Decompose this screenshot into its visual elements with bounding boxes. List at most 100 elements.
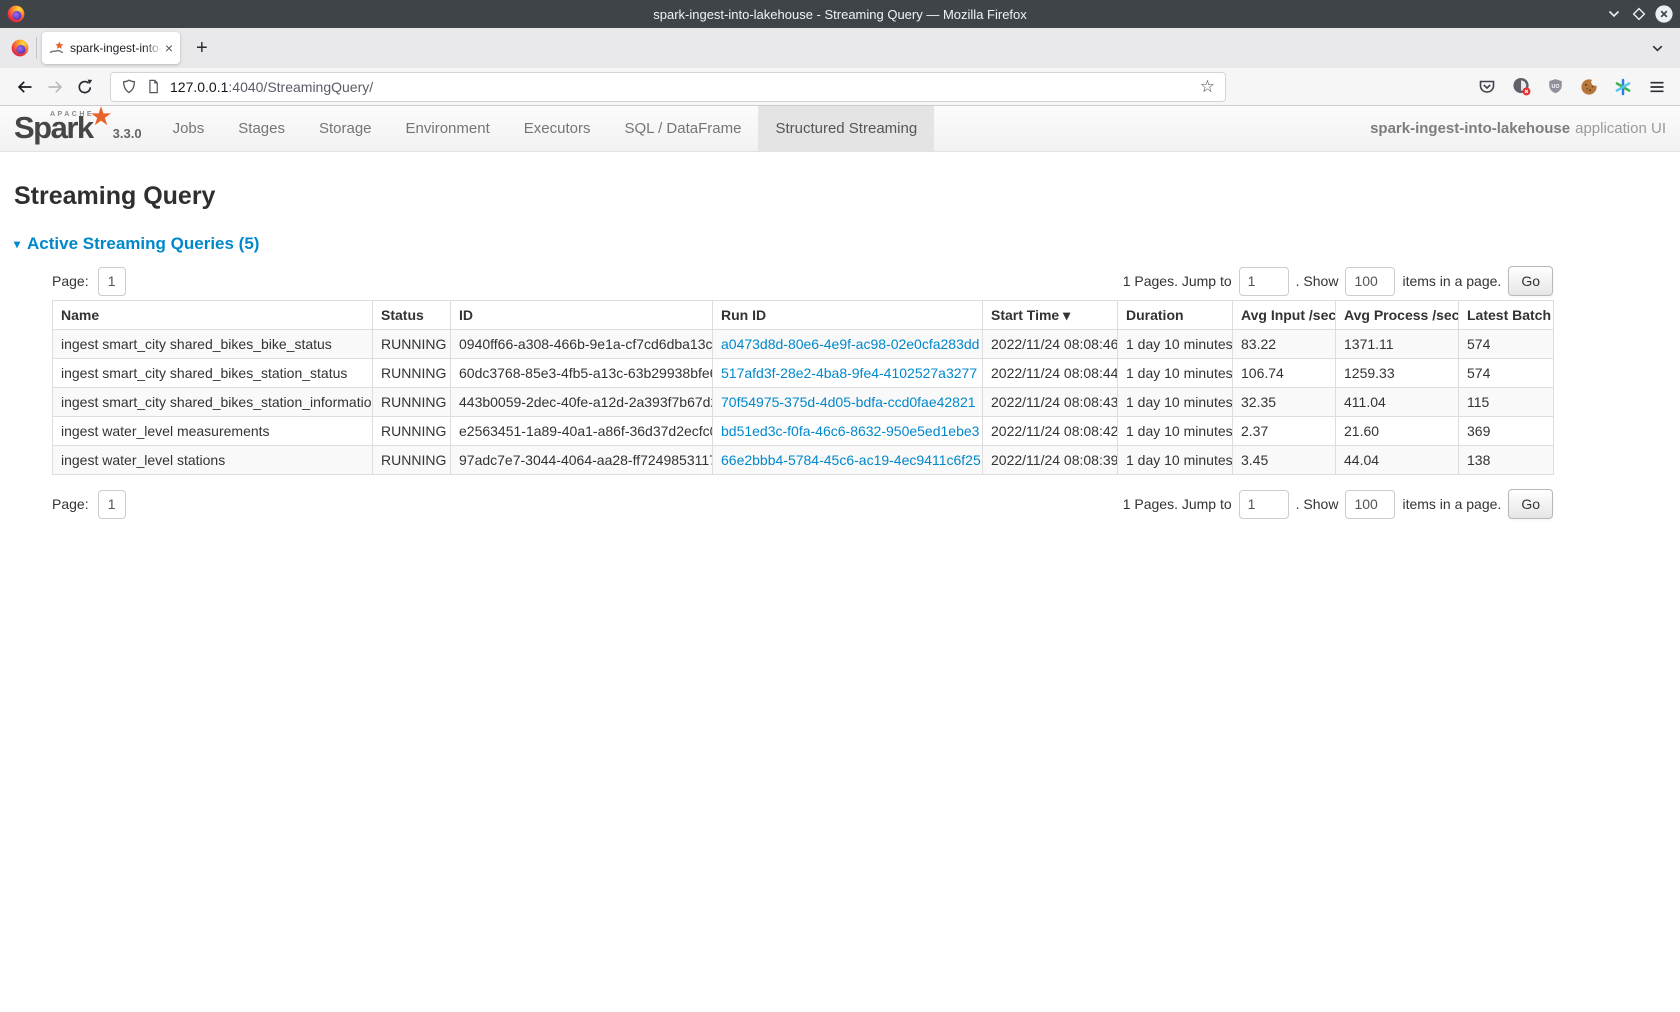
list-all-tabs-button[interactable] xyxy=(1649,40,1666,57)
col-header-name[interactable]: Name xyxy=(53,301,373,330)
streaming-queries-table: Name Status ID Run ID Start Time ▾ Durat… xyxy=(52,300,1554,475)
forward-button[interactable] xyxy=(40,73,70,101)
cell-id: 443b0059-2dec-40fe-a12d-2a393f7b67d2 xyxy=(451,388,713,417)
col-header-avg-process[interactable]: Avg Process /sec xyxy=(1336,301,1459,330)
browser-tab-bar: spark-ingest-into-lakehous × + xyxy=(0,28,1680,68)
cell-latest-batch: 574 xyxy=(1459,359,1554,388)
spark-header: APACHE Spark ★ 3.3.0 Jobs Stages Storage… xyxy=(0,106,1680,152)
pocket-icon[interactable] xyxy=(1478,78,1496,96)
nav-tab-environment[interactable]: Environment xyxy=(389,106,507,151)
url-bar[interactable]: 127.0.0.1:4040/StreamingQuery/ ☆ xyxy=(110,72,1226,102)
window-maximize-button[interactable] xyxy=(1630,5,1648,23)
cell-name: ingest smart_city shared_bikes_station_i… xyxy=(53,388,373,417)
col-header-latest-batch[interactable]: Latest Batch xyxy=(1459,301,1554,330)
firefox-view-button[interactable] xyxy=(11,39,29,57)
nav-tab-jobs[interactable]: Jobs xyxy=(156,106,222,151)
bookmark-star-icon[interactable]: ☆ xyxy=(1200,78,1215,95)
page-label: Page: xyxy=(52,273,89,289)
col-header-start-time[interactable]: Start Time ▾ xyxy=(983,301,1118,330)
application-suffix: application UI xyxy=(1575,120,1666,137)
page-info-icon[interactable] xyxy=(146,79,161,94)
page-number-input[interactable] xyxy=(98,267,126,296)
application-ui-label: spark-ingest-into-lakehouse application … xyxy=(1370,106,1666,151)
back-button[interactable] xyxy=(10,73,40,101)
cell-id: 0940ff66-a308-466b-9e1a-cf7cd6dba13c xyxy=(451,330,713,359)
hamburger-menu-icon[interactable] xyxy=(1648,78,1666,96)
col-header-avg-input[interactable]: Avg Input /sec xyxy=(1233,301,1336,330)
nav-tab-sql-dataframe[interactable]: SQL / DataFrame xyxy=(607,106,758,151)
items-per-page-input[interactable] xyxy=(1345,267,1395,296)
new-tab-button[interactable]: + xyxy=(196,38,208,58)
cell-avg-process: 1371.11 xyxy=(1336,330,1459,359)
cell-id: e2563451-1a89-40a1-a86f-36d37d2ecfc0 xyxy=(451,417,713,446)
col-header-id[interactable]: ID xyxy=(451,301,713,330)
spark-favicon-icon xyxy=(49,41,64,56)
cell-start-time: 2022/11/24 08:08:43 xyxy=(983,388,1118,417)
cell-avg-input: 2.37 xyxy=(1233,417,1336,446)
window-titlebar: spark-ingest-into-lakehouse - Streaming … xyxy=(0,0,1680,28)
cell-duration: 1 day 10 minutes xyxy=(1118,359,1233,388)
nav-tab-storage[interactable]: Storage xyxy=(302,106,389,151)
url-text: 127.0.0.1:4040/StreamingQuery/ xyxy=(170,79,373,95)
items-label: items in a page. xyxy=(1402,273,1501,289)
reload-button[interactable] xyxy=(70,73,100,101)
active-queries-section-toggle[interactable]: ▾ Active Streaming Queries (5) xyxy=(14,234,259,254)
active-queries-section: Page: 1 Pages. Jump to . Show items in a… xyxy=(52,265,1553,520)
table-row: ingest water_level stations RUNNING 97ad… xyxy=(53,446,1554,475)
cell-status: RUNNING xyxy=(373,359,451,388)
table-row: ingest smart_city shared_bikes_station_i… xyxy=(53,388,1554,417)
window-close-button[interactable] xyxy=(1655,5,1673,23)
nav-tab-stages[interactable]: Stages xyxy=(221,106,302,151)
cell-name: ingest smart_city shared_bikes_station_s… xyxy=(53,359,373,388)
table-row: ingest water_level measurements RUNNING … xyxy=(53,417,1554,446)
nav-tab-structured-streaming[interactable]: Structured Streaming xyxy=(758,106,934,151)
cell-avg-process: 44.04 xyxy=(1336,446,1459,475)
cell-avg-input: 106.74 xyxy=(1233,359,1336,388)
run-id-link[interactable]: 66e2bbb4-5784-45c6-ac19-4ec9411c6f25 xyxy=(721,452,981,468)
cell-id: 97adc7e7-3044-4064-aa28-ff7249853117 xyxy=(451,446,713,475)
tab-close-button[interactable]: × xyxy=(165,41,173,55)
cell-avg-process: 411.04 xyxy=(1336,388,1459,417)
asterisk-extension-icon[interactable] xyxy=(1614,78,1632,96)
nav-tab-executors[interactable]: Executors xyxy=(507,106,608,151)
ublock-origin-icon[interactable]: UO xyxy=(1547,78,1564,95)
disabled-extension-icon[interactable] xyxy=(1512,77,1531,96)
page-number-input[interactable] xyxy=(98,490,126,519)
browser-tab[interactable]: spark-ingest-into-lakehous × xyxy=(42,32,180,64)
window-minimize-button[interactable] xyxy=(1605,5,1623,23)
cell-latest-batch: 115 xyxy=(1459,388,1554,417)
table-header-row: Name Status ID Run ID Start Time ▾ Durat… xyxy=(53,301,1554,330)
cell-avg-process: 21.60 xyxy=(1336,417,1459,446)
section-title: Active Streaming Queries (5) xyxy=(27,234,259,254)
cell-avg-input: 3.45 xyxy=(1233,446,1336,475)
toolbar-extensions: UO xyxy=(1478,77,1666,96)
col-header-run-id[interactable]: Run ID xyxy=(713,301,983,330)
tab-title: spark-ingest-into-lakehous xyxy=(70,41,163,55)
run-id-link[interactable]: 70f54975-375d-4d05-bdfa-ccd0fae42821 xyxy=(721,394,976,410)
cell-status: RUNNING xyxy=(373,446,451,475)
page-label: Page: xyxy=(52,496,89,512)
jump-to-input[interactable] xyxy=(1239,490,1289,519)
col-header-status[interactable]: Status xyxy=(373,301,451,330)
spark-version: 3.3.0 xyxy=(109,126,142,148)
run-id-link[interactable]: bd51ed3c-f0fa-46c6-8632-950e5ed1ebe3 xyxy=(721,423,979,439)
tab-separator xyxy=(36,37,37,59)
run-id-link[interactable]: 517afd3f-28e2-4ba8-9fe4-4102527a3277 xyxy=(721,365,977,381)
cell-latest-batch: 574 xyxy=(1459,330,1554,359)
cell-start-time: 2022/11/24 08:08:39 xyxy=(983,446,1118,475)
tracking-protection-shield-icon[interactable] xyxy=(121,79,137,95)
go-button[interactable]: Go xyxy=(1508,489,1553,519)
spark-logo[interactable]: APACHE Spark ★ 3.3.0 xyxy=(0,106,148,151)
cell-status: RUNNING xyxy=(373,388,451,417)
items-per-page-input[interactable] xyxy=(1345,490,1395,519)
run-id-link[interactable]: a0473d8d-80e6-4e9f-ac98-02e0cfa283dd xyxy=(721,336,979,352)
collapse-arrow-icon: ▾ xyxy=(14,237,20,251)
go-button[interactable]: Go xyxy=(1508,266,1553,296)
cookie-extension-icon[interactable] xyxy=(1580,78,1598,96)
cell-start-time: 2022/11/24 08:08:44 xyxy=(983,359,1118,388)
spark-star-icon: ★ xyxy=(89,103,112,129)
jump-to-input[interactable] xyxy=(1239,267,1289,296)
col-header-duration[interactable]: Duration xyxy=(1118,301,1233,330)
cell-status: RUNNING xyxy=(373,417,451,446)
cell-duration: 1 day 10 minutes xyxy=(1118,330,1233,359)
